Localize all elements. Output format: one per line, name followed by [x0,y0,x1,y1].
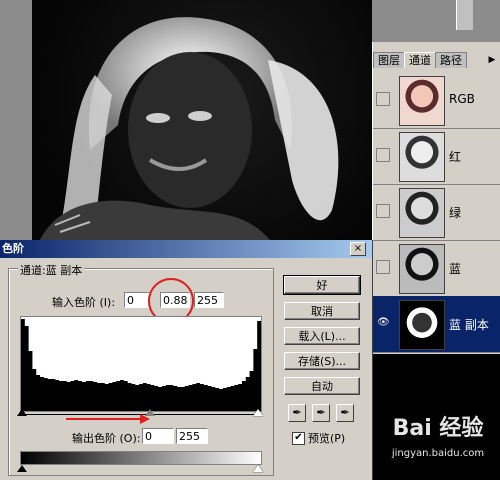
channels-panel: 图层 通道 路径 ▶ RGB 红 绿 蓝 👁 蓝 副本 [372,42,500,354]
channel-thumbnail [399,244,445,294]
visibility-toggle[interactable] [376,92,390,106]
output-white-field[interactable]: 255 [176,428,208,444]
channel-label: 红 [449,150,462,164]
dialog-titlebar[interactable]: 色阶 [0,240,372,258]
channel-row-blue-copy[interactable]: 👁 蓝 副本 [373,296,500,353]
visibility-toggle[interactable] [376,204,390,218]
output-black-slider[interactable] [17,465,27,472]
black-eyedropper-icon[interactable]: ✒ [288,404,306,422]
watermark-brand: Bai 经验 [392,416,484,441]
input-levels-label: 输入色阶 (I): [52,296,116,309]
channel-thumbnail [399,76,445,126]
histogram [20,316,262,412]
visibility-toggle[interactable] [376,260,390,274]
input-white-field[interactable]: 255 [194,292,224,308]
workspace-scrollbar[interactable] [456,0,473,30]
white-eyedropper-icon[interactable]: ✒ [336,404,354,422]
auto-button[interactable]: 自动 [284,377,360,395]
panel-tabs: 图层 通道 路径 [373,52,467,68]
cancel-button[interactable]: 取消 [284,302,360,320]
channel-row-rgb[interactable]: RGB [373,72,500,129]
preview-label: 预览(P) [308,432,346,445]
canvas-gutter-left [0,0,32,240]
output-levels-label: 输出色阶 (O): [72,432,141,445]
output-gradient-bar [20,451,262,465]
white-point-slider[interactable] [253,409,263,416]
watermark: Bai 经验 jingyan.baidu.com [380,412,496,476]
channel-row-red[interactable]: 红 [373,128,500,185]
channel-row-blue[interactable]: 蓝 [373,240,500,297]
load-button[interactable]: 载入(L)... [284,327,360,345]
gray-eyedropper-icon[interactable]: ✒ [312,404,330,422]
channel-label: RGB [449,92,475,106]
image-canvas[interactable] [0,0,372,240]
dialog-title: 色阶 [2,242,24,255]
black-point-slider[interactable] [17,409,27,416]
tab-channels[interactable]: 通道 [404,52,436,68]
channel-label: 绿 [449,206,462,220]
visibility-toggle[interactable] [376,148,390,162]
channel-thumbnail [399,188,445,238]
inverted-portrait [40,17,339,240]
histogram-area [21,319,261,411]
panel-menu-icon[interactable]: ▶ [485,54,499,66]
channel-thumbnail [399,132,445,182]
save-button[interactable]: 存储(S)... [284,352,360,370]
tab-layers[interactable]: 图层 [373,52,405,68]
histogram-plot [21,319,261,411]
preview-checkbox[interactable]: ✔ [292,432,305,445]
channel-label: 蓝 [449,262,462,276]
tab-paths[interactable]: 路径 [435,52,467,68]
annotation-arrow [66,414,150,424]
eye-icon[interactable]: 👁 [376,316,390,330]
output-white-slider[interactable] [253,465,263,472]
workspace-background [372,0,500,42]
ok-button[interactable]: 好 [283,275,361,295]
close-icon[interactable]: × [350,242,366,256]
watermark-url: jingyan.baidu.com [391,448,485,459]
channel-thumbnail [399,300,445,350]
channel-label: 蓝 副本 [449,318,489,332]
channel-row-green[interactable]: 绿 [373,184,500,241]
output-black-field[interactable]: 0 [142,428,174,444]
channel-name-label: 通道:蓝 副本 [18,262,85,278]
